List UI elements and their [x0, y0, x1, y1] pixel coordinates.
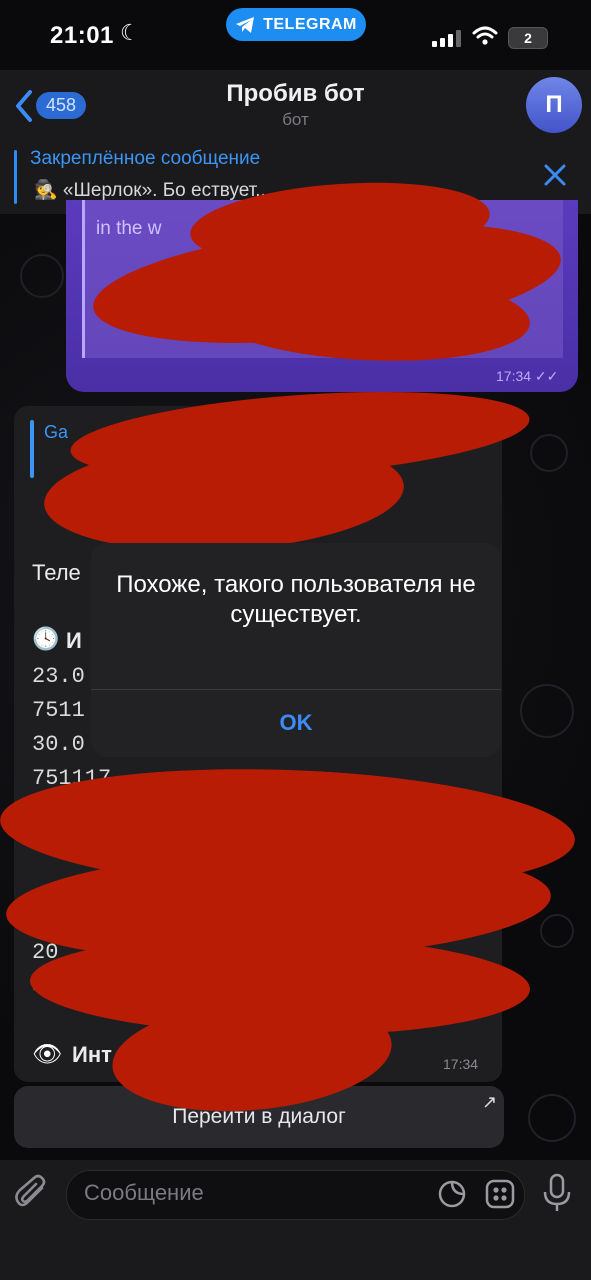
emoji-keyboard-icon[interactable] [484, 1178, 516, 1210]
incoming-mono-line: 30.0 [32, 732, 85, 757]
clock-icon: 🕓 [32, 626, 60, 651]
eye-icon: 👁 [32, 1041, 63, 1068]
incoming-mono-line: 7511 [32, 698, 85, 723]
pinned-accent [14, 150, 17, 204]
arrow-up-right-icon: ↗ [482, 1092, 498, 1112]
outgoing-timestamp: 17:34 ✓✓ [496, 368, 559, 384]
chat-subtitle: бот [282, 110, 309, 129]
avatar[interactable]: П [526, 77, 582, 133]
incoming-quote-accent [30, 420, 34, 478]
signal-icon [432, 30, 461, 47]
incoming-timestamp: 17:34 [443, 1056, 479, 1072]
telegram-plane-icon [236, 16, 255, 33]
chat-title[interactable]: Пробив бот [0, 80, 591, 108]
alert-ok-button[interactable]: OK [91, 690, 501, 756]
moon-icon: ☾ [120, 20, 140, 45]
paperclip-icon[interactable] [14, 1174, 50, 1214]
incoming-section-label: Инт [72, 1042, 112, 1067]
sticker-icon[interactable] [436, 1178, 468, 1210]
wifi-icon [472, 26, 498, 45]
telegram-pill[interactable]: TELEGRAM [226, 8, 366, 41]
incoming-section-label: И [66, 628, 82, 653]
microphone-icon[interactable] [540, 1172, 574, 1214]
incoming-mono-line: 23.0 [32, 664, 85, 689]
close-icon[interactable] [542, 162, 568, 188]
incoming-line: Теле [32, 560, 81, 585]
outgoing-quote-text: in the w [96, 218, 162, 239]
battery-icon: 2 [508, 27, 548, 49]
incoming-quote-text: Ga [44, 422, 69, 442]
alert-message: Похоже, такого пользователя не существуе… [116, 571, 476, 628]
telegram-pill-label: TELEGRAM [263, 15, 357, 33]
status-time: 21:01 [50, 22, 114, 49]
message-placeholder: Сообщение [84, 1180, 204, 1205]
pinned-title: Закреплённое сообщение [30, 148, 261, 169]
